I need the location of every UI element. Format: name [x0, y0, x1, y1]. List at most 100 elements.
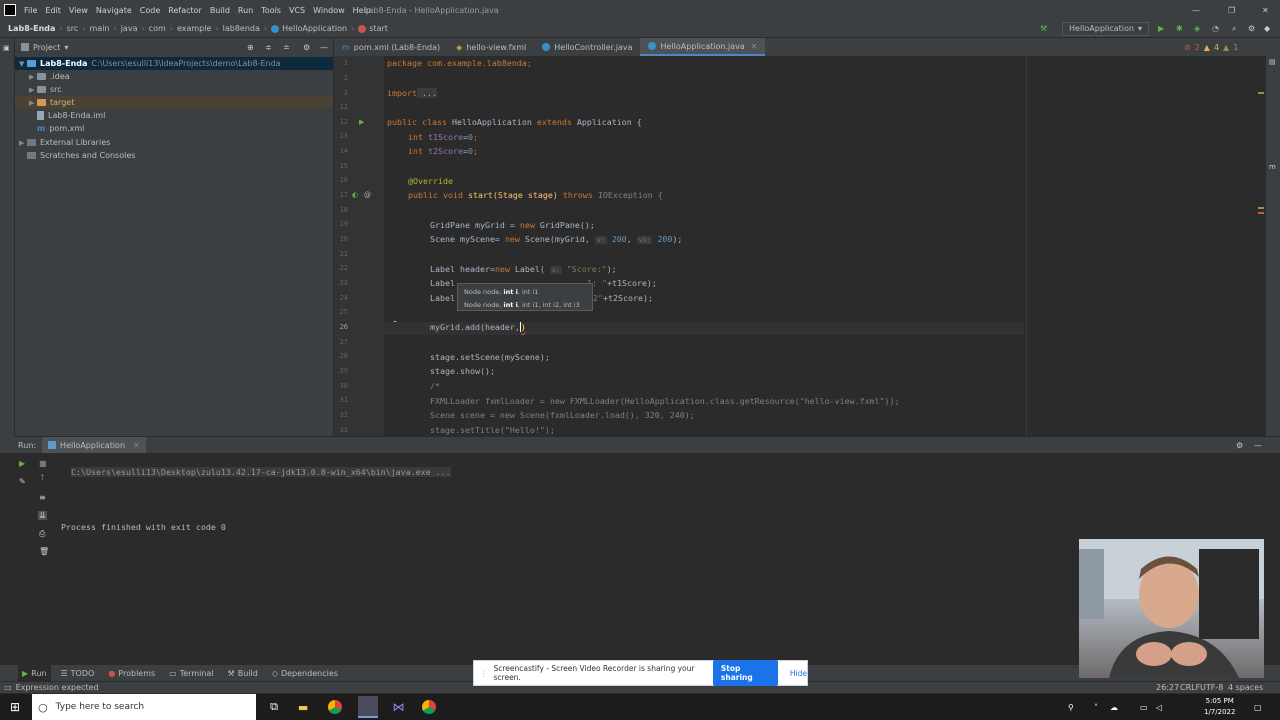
run-config-select[interactable]: HelloApplication ▾ [1062, 21, 1149, 36]
code-line[interactable]: stage.setTitle("Hello!"); [430, 425, 555, 435]
maven-tool-icon[interactable]: m [1269, 163, 1276, 171]
volume-icon[interactable]: ◁ [1156, 703, 1162, 712]
breadcrumb-lab8enda[interactable]: lab8enda [223, 24, 260, 33]
rerun-icon[interactable]: ▶ [19, 459, 25, 468]
minimize-icon[interactable]: — [1192, 6, 1200, 15]
taskbar-search[interactable]: ○ Type here to search [32, 694, 257, 720]
menu-build[interactable]: Build [210, 6, 230, 15]
tree-item-target[interactable]: ▶ target [15, 96, 333, 109]
code-line[interactable]: Label header=new Label( s: "Score:"); [430, 264, 617, 274]
menu-edit[interactable]: Edit [45, 6, 61, 15]
hammer-icon[interactable]: ⚒ [1040, 24, 1047, 33]
onedrive-icon[interactable]: ☁ [1110, 703, 1118, 712]
code-line[interactable]: Scene scene = new Scene(fxmlLoader.load(… [430, 410, 695, 420]
chevron-right-icon[interactable]: ▶ [19, 139, 27, 147]
close-icon[interactable]: ✕ [1262, 6, 1269, 15]
print-icon[interactable]: ⎙ [39, 529, 45, 539]
expand-all-icon[interactable]: ≑ [265, 43, 272, 52]
editor-scrollbar[interactable] [1256, 60, 1262, 210]
notification-icon[interactable]: ▢ [1254, 703, 1262, 712]
menu-code[interactable]: Code [140, 6, 160, 15]
coverage-icon[interactable]: ◈ [1194, 24, 1200, 33]
code-line[interactable]: public void start(Stage stage) throws IO… [408, 190, 663, 200]
gear-icon[interactable]: ⚙ [303, 43, 310, 52]
chevron-down-icon[interactable]: ▼ [19, 60, 27, 68]
menu-run[interactable]: Run [238, 6, 253, 15]
code-line[interactable]: FXMLLoader fxmlLoader = new FXMLLoader(H… [430, 396, 900, 406]
menu-file[interactable]: File [24, 6, 37, 15]
indent-setting[interactable]: 4 spaces [1228, 683, 1263, 692]
tooltip-row[interactable]: Node node, int i, int i1 [464, 286, 586, 299]
tree-item-pom[interactable]: m pom.xml [37, 122, 84, 135]
stop-sharing-button[interactable]: Stop sharing [712, 660, 778, 686]
run-tab[interactable]: HelloApplication ✕ [42, 437, 146, 453]
scroll-up-icon[interactable]: ↑ [39, 473, 46, 482]
close-tab-icon[interactable]: ✕ [133, 441, 140, 450]
gear-icon[interactable]: ⚙ [1236, 441, 1243, 450]
tab-hello-application[interactable]: HelloApplication.java ✕ [640, 38, 766, 56]
tool-tab-run[interactable]: ▶ Run [18, 665, 51, 681]
hide-button[interactable]: Hide [790, 669, 807, 678]
close-tab-icon[interactable]: ✕ [751, 42, 758, 51]
line-separator[interactable]: CRLF [1180, 683, 1200, 692]
breadcrumb-project[interactable]: Lab8-Enda [8, 24, 55, 33]
hide-panel-icon[interactable]: — [1254, 441, 1262, 450]
breadcrumb-src[interactable]: src [67, 24, 79, 33]
scroll-to-end-icon[interactable]: ⇊ [38, 511, 47, 520]
chevron-right-icon[interactable]: ▶ [29, 73, 37, 81]
tool-tab-dependencies[interactable]: ◇ Dependencies [272, 669, 338, 678]
search-icon[interactable]: ⌕ [1232, 24, 1236, 34]
hide-panel-icon[interactable]: — [320, 43, 328, 52]
chrome-icon[interactable] [328, 700, 343, 714]
chevron-right-icon[interactable]: ▶ [29, 86, 37, 94]
tree-item-external-libraries[interactable]: ▶ External Libraries [19, 136, 110, 149]
locate-icon[interactable]: ⊕ [247, 43, 254, 52]
import-folded[interactable]: ... [416, 88, 437, 98]
maximize-icon[interactable]: ❐ [1228, 6, 1235, 15]
breadcrumb-example[interactable]: example [177, 24, 211, 33]
project-panel-title[interactable]: Project [33, 43, 60, 52]
tree-root[interactable]: ▼ Lab8-Enda C:\Users\esulli13\IdeaProjec… [15, 57, 333, 70]
breadcrumb-com[interactable]: com [149, 24, 166, 33]
tree-item-src[interactable]: ▶ src [29, 83, 62, 96]
tool-tab-terminal[interactable]: ▭ Terminal [169, 669, 213, 678]
tree-item-scratches[interactable]: Scratches and Consoles [27, 149, 135, 162]
code-line[interactable]: /* [430, 381, 440, 391]
code-line[interactable]: Scene myScene= new Scene(myGrid, v: 200,… [430, 234, 682, 244]
console-output[interactable]: C:\Users\esulli13\Desktop\zulu13.42.17-c… [61, 457, 451, 542]
chevron-down-icon[interactable]: ▾ [64, 43, 68, 52]
chrome-icon[interactable] [422, 700, 437, 714]
soft-wrap-icon[interactable]: ≡ [39, 493, 46, 502]
people-icon[interactable]: ⚲ [1068, 703, 1074, 712]
settings-icon[interactable]: ⚙ [1248, 24, 1255, 33]
code-line[interactable]: int t1Score=0; [408, 132, 478, 142]
menu-tools[interactable]: Tools [261, 6, 281, 15]
tool-tab-build[interactable]: ⚒ Build [228, 669, 258, 678]
inspection-widget[interactable]: ⊘ 2 ▲ 4 ▲ 1 [1184, 43, 1238, 52]
run-icon[interactable]: ▶ [1158, 24, 1164, 33]
code-line[interactable]: stage.show(); [430, 366, 495, 376]
profile-icon[interactable]: ◔ [1212, 24, 1219, 33]
menu-view[interactable]: View [69, 6, 88, 15]
windows-start-icon[interactable]: ⊞ [10, 700, 20, 714]
tab-hello-controller[interactable]: HelloController.java [534, 38, 640, 56]
tree-item-iml[interactable]: Lab8-Enda.iml [37, 109, 105, 122]
menu-refactor[interactable]: Refactor [168, 6, 202, 15]
code-line[interactable]: GridPane myGrid = new GridPane(); [430, 220, 595, 230]
annotation-gutter-icon[interactable]: @ [364, 191, 371, 199]
code-line[interactable]: stage.setScene(myScene); [430, 352, 550, 362]
override-gutter-icon[interactable]: ◐ [352, 191, 358, 199]
code-line[interactable]: @Override [408, 176, 453, 186]
code-line-current[interactable]: myGrid.add(header,) [430, 322, 526, 332]
project-tool-icon[interactable]: ▣ [3, 44, 10, 52]
code-line[interactable]: int t2Score=0; [408, 146, 478, 156]
tooltip-row[interactable]: Node node, int i, int i1, int i2, int i3 [464, 299, 586, 312]
tree-item-idea[interactable]: ▶ .idea [29, 70, 70, 83]
tool-tab-todo[interactable]: ☰ TODO [61, 669, 95, 678]
chevron-up-icon[interactable]: ˄ [1094, 703, 1098, 712]
tab-pom[interactable]: m pom.xml (Lab8-Enda) [334, 38, 448, 56]
tool-tab-problems[interactable]: ● Problems [108, 669, 155, 678]
code-line[interactable]: package com.example.lab8enda; [387, 58, 532, 68]
debug-icon[interactable]: ✱ [1176, 24, 1183, 33]
run-gutter-icon[interactable]: ▶ [359, 118, 364, 126]
